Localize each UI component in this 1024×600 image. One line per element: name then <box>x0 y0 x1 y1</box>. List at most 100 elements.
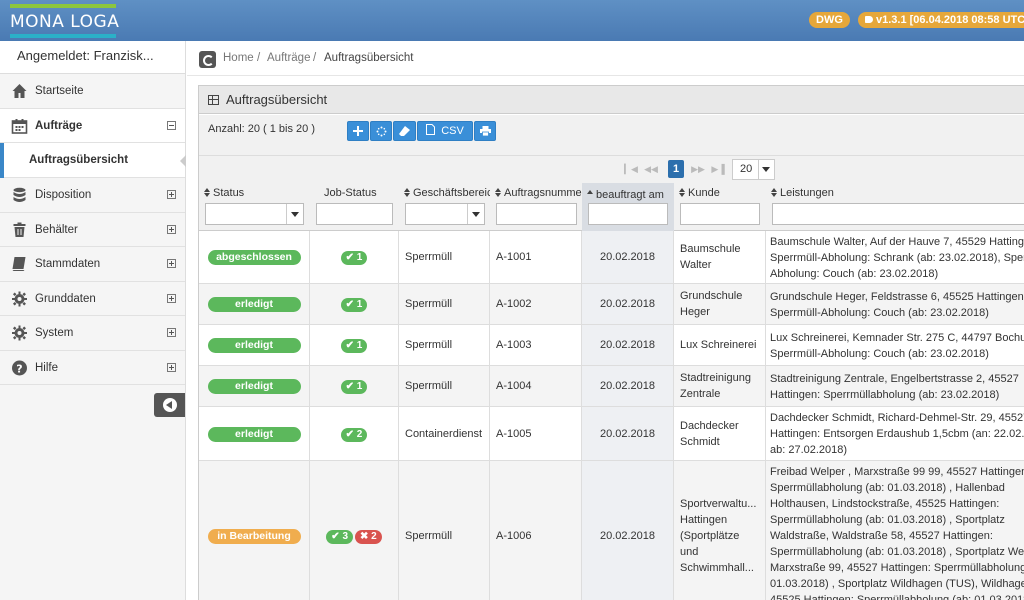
current-page-button[interactable]: 1 <box>668 160 684 178</box>
bereich-filter-select[interactable] <box>405 203 485 225</box>
cell-content: ✔ 1 <box>310 337 398 353</box>
cell-content: erledigt <box>199 378 309 394</box>
database-icon <box>13 187 26 202</box>
table-cell: erledigt <box>199 325 310 365</box>
table-cell: Stadtreinigung Zentrale <box>674 366 766 406</box>
next-page-icon[interactable]: ▶▶ <box>691 162 705 176</box>
kunde-filter-input[interactable] <box>680 203 760 225</box>
file-icon <box>426 124 436 135</box>
jobstatus-filter-input[interactable] <box>316 203 393 225</box>
add-button[interactable] <box>347 121 369 141</box>
column-jobstatus[interactable]: Job-Status <box>310 183 399 231</box>
status-filter-select[interactable] <box>205 203 304 225</box>
table-cell: abgeschlossen <box>199 231 310 283</box>
sidebar-item-hilfe[interactable]: ? Hilfe <box>0 350 185 385</box>
leistungen-line: ab: 27.02.2018) <box>770 444 848 456</box>
column-label: Status <box>213 187 245 199</box>
column-leistungen[interactable]: Leistungen <box>766 183 1024 231</box>
sidebar-item-label: Behälter <box>35 223 78 236</box>
app-logo[interactable]: MONA LOGA <box>10 4 119 38</box>
leistungen-line: Marxstraße 99, 45527 Hattingen: Sperrmül… <box>770 562 1024 574</box>
sidebar-item-auftraege[interactable]: Aufträge <box>0 108 185 143</box>
sidebar-item-disposition[interactable]: Disposition <box>0 178 185 213</box>
table-row[interactable]: erledigt ✔ 2 Containerdienst A-1005 20.02.20… <box>199 407 1024 461</box>
breadcrumb-auftraege[interactable]: Aufträge <box>267 52 310 64</box>
column-label: Leistungen <box>780 187 834 199</box>
column-beauftragt-am[interactable]: beauftragt am <box>582 183 674 231</box>
cell-content: Baumschule Walter <box>680 241 761 273</box>
column-status[interactable]: Status <box>199 183 310 231</box>
column-label: Job-Status <box>324 187 377 199</box>
job-error-badge: ✖ 2 <box>355 529 382 544</box>
breadcrumb-home[interactable]: Home <box>223 52 254 64</box>
beauftragt-am-value: 20.02.2018 <box>599 251 656 263</box>
pagination: ▎◀ ◀◀ 1 ▶▶ ▶▐ 20 <box>199 155 1024 183</box>
table-row[interactable]: abgeschlossen ✔ 1 Sperrmüll A-1001 20.02.201… <box>199 231 1024 284</box>
prev-page-icon[interactable]: ◀◀ <box>644 162 658 176</box>
table-row[interactable]: erledigt ✔ 1 Sperrmüll A-1002 20.02.2018 Grun… <box>199 284 1024 325</box>
column-kunde[interactable]: Kunde <box>674 183 766 231</box>
table-row[interactable]: in Bearbeitung ✔ 3 ✖ 2 Sperrmüll A-1006 20.02… <box>199 461 1024 600</box>
column-geschaeftsbereich[interactable]: Geschäftsbereich <box>399 183 490 231</box>
table-cell: Lux Schreinerei <box>674 325 766 365</box>
column-auftragsnummer[interactable]: Auftragsnummer <box>490 183 582 231</box>
last-page-icon[interactable]: ▶▐ <box>711 162 725 176</box>
reset-button[interactable] <box>370 121 392 141</box>
table-cell: Sperrmüll <box>399 461 490 600</box>
geschaeftsbereich-value: Sperrmüll <box>405 380 453 392</box>
page-size-select[interactable]: 20 <box>732 159 775 180</box>
sidebar: Angemeldet: Franzisk... Startseite Auftr… <box>0 41 186 600</box>
beauftragt-am-value: 20.02.2018 <box>599 529 656 542</box>
logo-band-bottom <box>10 34 116 38</box>
cell-content: A-1006 <box>496 528 577 544</box>
job-ok-badge: ✔ 1 <box>340 251 368 265</box>
csv-export-button[interactable]: CSV <box>417 121 473 141</box>
kunde-line: Walter <box>680 259 712 271</box>
table-cell: erledigt <box>199 284 310 324</box>
sidebar-item-label: System <box>35 327 74 339</box>
expand-toggle-icon[interactable] <box>167 190 176 199</box>
column-label: Auftragsnummer <box>504 187 582 199</box>
sidebar-item-startseite[interactable]: Startseite <box>0 74 185 109</box>
leistungen-filter-input[interactable] <box>772 203 1024 225</box>
refresh-icon[interactable] <box>199 51 216 68</box>
kunde-line: Stadtreinigung <box>680 372 751 384</box>
first-page-icon[interactable]: ▎◀ <box>624 162 638 176</box>
table-cell: ✔ 1 <box>310 366 399 406</box>
datum-filter-input[interactable] <box>588 203 668 225</box>
table-cell: A-1001 <box>490 231 582 283</box>
expand-toggle-icon[interactable] <box>167 224 176 234</box>
record-count: Anzahl: 20 ( 1 bis 20 ) <box>208 123 316 135</box>
sidebar-item-grunddaten[interactable]: Grunddaten <box>0 281 185 316</box>
expand-toggle-icon[interactable] <box>167 293 176 303</box>
print-button[interactable] <box>474 121 496 141</box>
table-cell: erledigt <box>199 407 310 460</box>
clear-filter-button[interactable] <box>393 121 416 141</box>
sidebar-collapse-button[interactable] <box>154 393 185 417</box>
sort-icon <box>771 188 777 197</box>
collapse-toggle-icon[interactable] <box>167 120 176 130</box>
kunde-line: Grundschule <box>680 290 743 302</box>
expand-toggle-icon[interactable] <box>167 328 176 337</box>
arrow-left-circle-icon <box>163 398 177 412</box>
sidebar-item-behaelter[interactable]: Behälter <box>0 212 185 247</box>
table-cell: Freibad Welper , Marxstraße 99 99, 45527… <box>766 461 1024 600</box>
auftragsnummer-value: A-1003 <box>496 339 532 351</box>
table-row[interactable]: erledigt ✔ 1 Sperrmüll A-1004 20.02.2018 Stad… <box>199 366 1024 407</box>
leistungen-value: Dachdecker Schmidt, Richard-Dehmel-Str. … <box>770 410 1024 458</box>
expand-toggle-icon[interactable] <box>167 259 176 268</box>
sidebar-item-stammdaten[interactable]: Stammdaten <box>0 247 185 282</box>
sort-icon <box>204 188 210 197</box>
job-ok-badge: ✔ 1 <box>340 380 368 394</box>
kunde-line: Schwimmhall... <box>680 561 754 574</box>
table-row[interactable]: erledigt ✔ 1 Sperrmüll A-1003 20.02.2018 Lux … <box>199 325 1024 366</box>
expand-toggle-icon[interactable] <box>167 362 176 372</box>
nummer-filter-input[interactable] <box>496 203 577 225</box>
toolbar: Anzahl: 20 ( 1 bis 20 ) CSV <box>199 115 1024 155</box>
sidebar-subitem-auftragsuebersicht[interactable]: Auftragsübersicht <box>0 143 186 178</box>
sidebar-item-system[interactable]: System <box>0 316 185 351</box>
version-badge: v1.3.1 [06.04.2018 08:58 UTC] <box>858 12 1024 28</box>
job-ok-badge: ✔ 1 <box>340 339 368 353</box>
table-cell: ✔ 1 <box>310 284 399 324</box>
sidebar-item-label: Startseite <box>35 85 84 97</box>
